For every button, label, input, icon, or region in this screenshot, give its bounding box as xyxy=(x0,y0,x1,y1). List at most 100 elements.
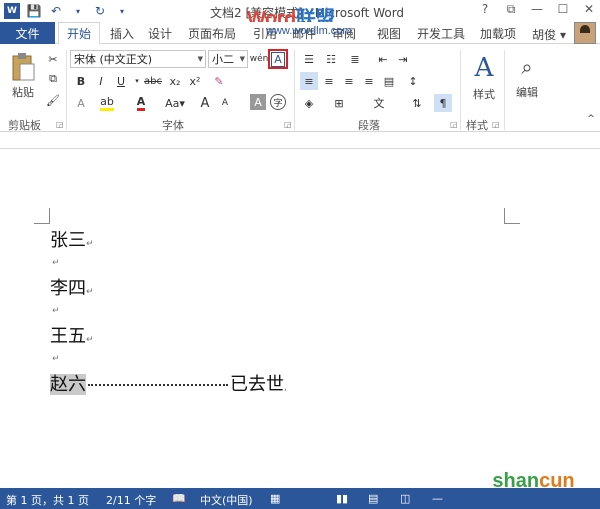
enclose-characters-icon[interactable]: 字 xyxy=(270,94,286,110)
minimize-icon[interactable]: — xyxy=(530,2,544,17)
word-logo-icon[interactable]: W xyxy=(4,3,20,19)
increase-indent-icon[interactable]: ⇥ xyxy=(394,50,412,68)
justify-icon[interactable]: ≡ xyxy=(360,72,378,90)
tab-developer[interactable]: 开发工具 xyxy=(417,22,465,44)
customize-qat-icon[interactable]: ▾ xyxy=(114,3,130,19)
styles-button[interactable]: A 样式 xyxy=(466,50,502,102)
collapse-ribbon-icon[interactable]: ^ xyxy=(582,110,600,128)
subscript-button[interactable]: x₂ xyxy=(166,72,184,90)
clipboard-group-label: 剪贴板 xyxy=(8,119,41,132)
divider xyxy=(294,50,295,130)
tab-design[interactable]: 设计 xyxy=(148,22,172,44)
tab-home[interactable]: 开始 xyxy=(58,22,101,45)
character-border-button[interactable]: A xyxy=(268,49,288,69)
document-line[interactable]: 李四↵ xyxy=(50,274,94,300)
format-painter-icon[interactable]: 🖌 xyxy=(44,91,62,109)
save-icon[interactable]: 💾 xyxy=(26,3,42,19)
user-name[interactable]: 胡俊 ▾ xyxy=(532,26,566,43)
clipboard-launcher-icon[interactable]: ◲ xyxy=(56,120,64,129)
redo-icon[interactable]: ↻ xyxy=(92,3,108,19)
paragraph-launcher-icon[interactable]: ◲ xyxy=(450,120,458,129)
borders-icon[interactable]: ⊞ xyxy=(330,94,348,112)
copy-icon[interactable]: ⧉ xyxy=(44,70,62,88)
quick-access-toolbar: W 💾 ↶ ▾ ↻ ▾ xyxy=(4,3,130,19)
italic-button[interactable]: I xyxy=(92,72,110,90)
tab-addins[interactable]: 加载项 xyxy=(480,22,516,44)
distributed-icon[interactable]: ▤ xyxy=(380,72,398,90)
document-line[interactable]: 张三↵ xyxy=(50,226,94,252)
page-count[interactable]: 第 1 页，共 1 页 xyxy=(6,492,89,508)
sort-icon[interactable]: ⇅ xyxy=(408,94,426,112)
clear-formatting-icon[interactable]: ✎ xyxy=(210,72,228,90)
shrink-font-button[interactable]: A xyxy=(216,94,234,112)
paragraph-mark-icon: ↵ xyxy=(86,335,94,345)
divider xyxy=(460,50,461,130)
close-icon[interactable]: ✕ xyxy=(582,2,596,17)
strikethrough-button[interactable]: abc xyxy=(142,72,164,90)
read-mode-icon[interactable]: ▮▮ xyxy=(336,492,348,505)
show-marks-icon[interactable]: ¶ xyxy=(434,94,452,112)
proofing-icon[interactable]: 📖 xyxy=(172,492,186,505)
highlight-color-icon[interactable]: ab xyxy=(98,94,116,112)
styles-launcher-icon[interactable]: ◲ xyxy=(492,120,500,129)
superscript-button[interactable]: x² xyxy=(186,72,204,90)
document-line[interactable]: 王五↵ xyxy=(50,322,94,348)
grow-font-button[interactable]: A xyxy=(196,94,214,112)
align-right-icon[interactable]: ≡ xyxy=(340,72,358,90)
character-shading-icon[interactable]: A xyxy=(250,94,266,110)
line-spacing-icon[interactable]: ↕ xyxy=(404,72,422,90)
ribbon-display-icon[interactable]: ⧉ xyxy=(504,2,518,17)
document-area: 张三↵ ↵ 李四↵ ↵ 王五↵ ↵ 赵六 已去世, xyxy=(0,132,600,488)
chinese-layout-icon[interactable]: 文 xyxy=(370,94,388,112)
tab-page-layout[interactable]: 页面布局 xyxy=(188,22,236,44)
paste-button[interactable]: 粘贴 xyxy=(6,50,40,100)
document-page[interactable]: 张三↵ ↵ 李四↵ ↵ 王五↵ ↵ 赵六 已去世, xyxy=(0,132,600,488)
print-layout-icon[interactable]: ▤ xyxy=(368,492,378,505)
align-left-icon[interactable]: ≡ xyxy=(300,72,318,90)
font-launcher-icon[interactable]: ◲ xyxy=(284,120,292,129)
multilevel-list-icon[interactable]: ≣ xyxy=(346,50,364,68)
binoculars-icon: ⌕ xyxy=(521,55,533,79)
web-layout-icon[interactable]: ◫ xyxy=(400,492,410,505)
styles-group-label: 样式 xyxy=(466,119,488,132)
help-icon[interactable]: ? xyxy=(478,2,492,17)
track-changes-icon[interactable]: ▦ xyxy=(270,492,280,505)
tab-file[interactable]: 文件 xyxy=(0,22,55,44)
numbering-icon[interactable]: ☷ xyxy=(322,50,340,68)
avatar[interactable] xyxy=(574,22,596,44)
paragraph-mark-icon: ↵ xyxy=(52,306,60,316)
phonetic-guide-icon[interactable]: wén xyxy=(250,50,269,68)
cursor: , xyxy=(284,383,287,393)
font-size-select[interactable]: 小二 ▼ xyxy=(208,50,248,68)
tab-insert[interactable]: 插入 xyxy=(110,22,134,44)
bullets-icon[interactable]: ☰ xyxy=(300,50,318,68)
title-bar: W 💾 ↶ ▾ ↻ ▾ 文档2 [兼容模式] - Microsoft Word … xyxy=(0,0,600,30)
align-center-icon[interactable]: ≡ xyxy=(320,72,338,90)
margin-corner-right xyxy=(504,208,520,224)
change-case-button[interactable]: Aa ▾ xyxy=(162,94,188,112)
decrease-indent-icon[interactable]: ⇤ xyxy=(374,50,392,68)
text-effects-icon[interactable]: A xyxy=(72,94,90,112)
word-count[interactable]: 2/11 个字 xyxy=(106,492,156,508)
dropdown-icon[interactable]: ▾ xyxy=(70,3,86,19)
tab-view[interactable]: 视图 xyxy=(377,22,401,44)
ribbon-home: 粘贴 ✂ ⧉ 🖌 剪贴板 ◲ 宋体 (中文正文) ▼ 小二 ▼ wén A B I … xyxy=(0,44,600,132)
selected-text[interactable]: 赵六 xyxy=(50,374,86,395)
document-line[interactable]: 赵六 已去世, xyxy=(50,370,287,396)
clipboard-icon xyxy=(6,50,40,84)
undo-icon[interactable]: ↶ xyxy=(48,3,64,19)
margin-corner-left xyxy=(34,208,50,224)
zoom-out-icon[interactable]: — xyxy=(432,492,443,505)
divider xyxy=(504,50,505,130)
bold-button[interactable]: B xyxy=(72,72,90,90)
language-indicator[interactable]: 中文(中国) xyxy=(200,492,253,508)
paragraph-mark-icon: ↵ xyxy=(86,239,94,249)
cut-icon[interactable]: ✂ xyxy=(44,50,62,68)
shading-icon[interactable]: ◈ xyxy=(300,94,318,112)
maximize-icon[interactable]: ☐ xyxy=(556,2,570,17)
font-name-select[interactable]: 宋体 (中文正文) ▼ xyxy=(70,50,206,68)
leader-dots xyxy=(88,384,228,386)
editing-button[interactable]: ⌕ 编辑 xyxy=(510,50,544,100)
font-color-icon[interactable]: A xyxy=(132,94,150,112)
divider xyxy=(66,50,67,130)
